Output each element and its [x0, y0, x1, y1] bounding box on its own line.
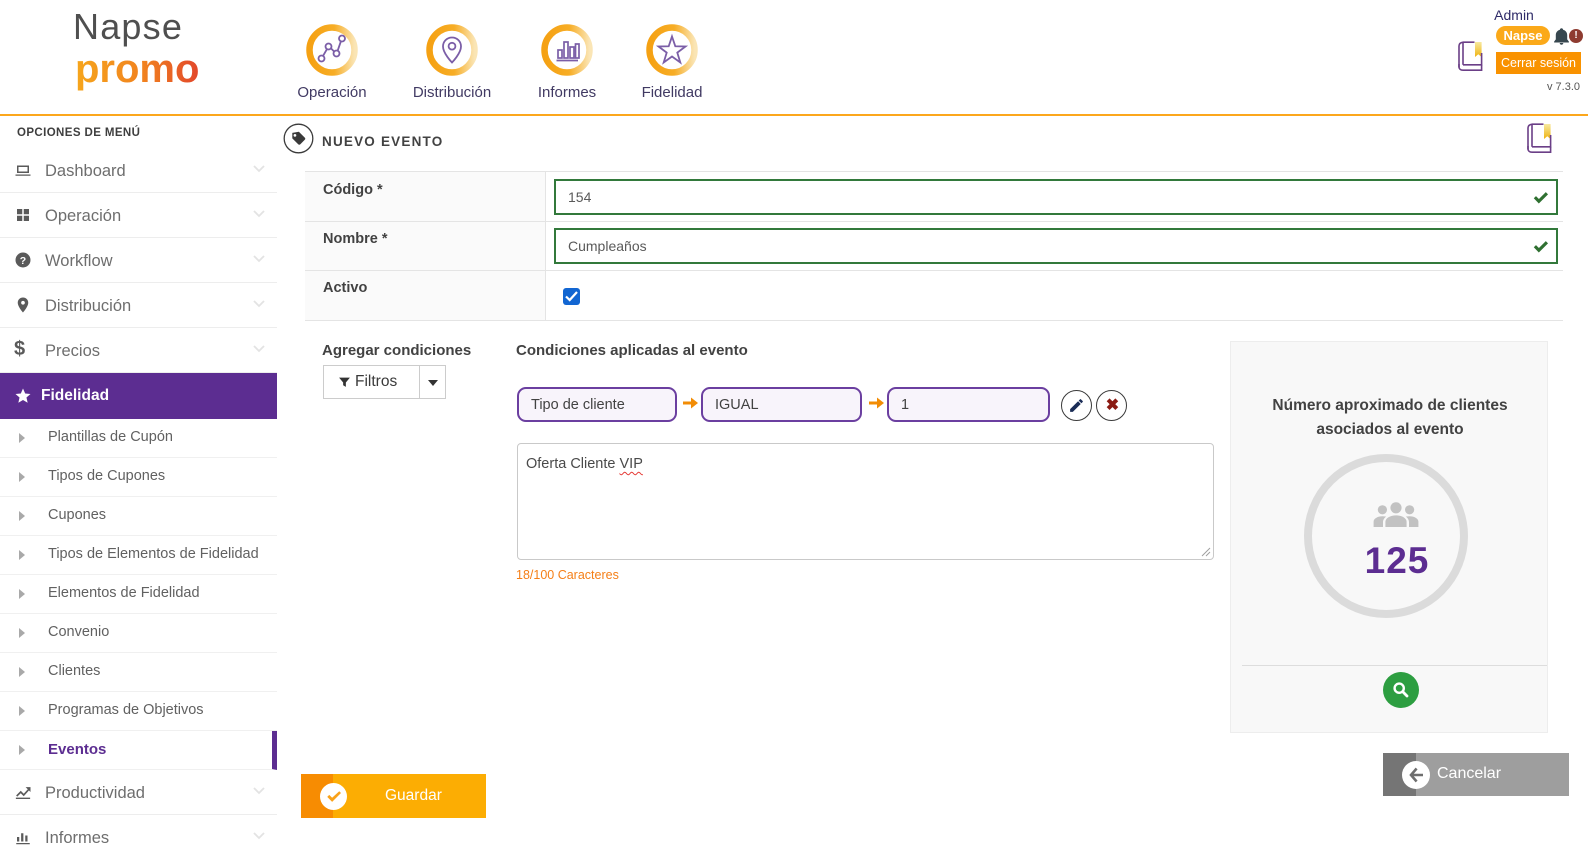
svg-text:?: ? [20, 255, 26, 267]
